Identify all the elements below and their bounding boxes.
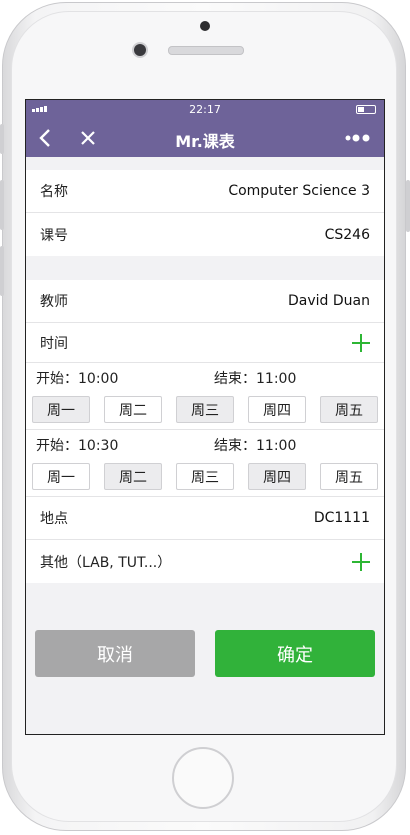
location-row[interactable]: 地点 DC1111 (26, 497, 384, 540)
power-button (406, 180, 410, 232)
course-section: 名称 Computer Science 3 课号 CS246 (26, 170, 384, 256)
mute-switch (0, 124, 4, 154)
course-name-label: 名称 (40, 184, 68, 200)
home-button[interactable] (172, 747, 234, 809)
slot-2-day-mon[interactable]: 周一 (32, 463, 90, 490)
action-buttons: 取消 确定 (26, 630, 384, 677)
more-icon[interactable] (344, 128, 372, 148)
sensor-dot (200, 21, 210, 31)
add-other-plus-icon[interactable] (352, 552, 370, 571)
teacher-label: 教师 (40, 294, 68, 310)
nav-bar: Mr.课表 (26, 120, 384, 157)
slot-1-start[interactable]: 开始：10:00 (36, 368, 214, 388)
slot-1-day-mon[interactable]: 周一 (32, 396, 90, 423)
volume-up-button (0, 180, 4, 230)
time-slot-1-times: 开始：10:00 结束：11:00 (26, 363, 384, 393)
time-label: 时间 (40, 335, 68, 352)
other-label: 其他（LAB, TUT...） (40, 554, 172, 571)
status-bar: 22:17 (26, 100, 384, 120)
location-label: 地点 (40, 511, 68, 527)
slot-1-day-thu[interactable]: 周四 (248, 396, 306, 423)
course-name-row[interactable]: 名称 Computer Science 3 (26, 170, 384, 213)
slot-1-day-fri[interactable]: 周五 (320, 396, 378, 423)
teacher-row[interactable]: 教师 David Duan (26, 280, 384, 323)
status-time: 22:17 (189, 103, 221, 116)
course-name-value: Computer Science 3 (228, 183, 370, 199)
front-camera (134, 44, 146, 56)
slot-1-day-wed[interactable]: 周三 (176, 396, 234, 423)
course-code-value: CS246 (324, 226, 370, 243)
slot-2-day-tue[interactable]: 周二 (104, 463, 162, 490)
slot-2-day-fri[interactable]: 周五 (320, 463, 378, 490)
earpiece-speaker (168, 46, 244, 55)
page-title: Mr.课表 (175, 132, 235, 151)
slot-2-end[interactable]: 结束：11:00 (214, 435, 296, 455)
teacher-value: David Duan (288, 293, 370, 309)
details-section: 教师 David Duan 时间 开始：10:00 结束：11:00 周一 周二… (26, 280, 384, 583)
course-code-row[interactable]: 课号 CS246 (26, 213, 384, 256)
cancel-button[interactable]: 取消 (35, 630, 195, 677)
slot-1-day-tue[interactable]: 周二 (104, 396, 162, 423)
slot-2-day-thu[interactable]: 周四 (248, 463, 306, 490)
slot-2-start[interactable]: 开始：10:30 (36, 435, 214, 455)
slot-2-day-wed[interactable]: 周三 (176, 463, 234, 490)
confirm-button[interactable]: 确定 (215, 630, 375, 677)
slot-1-end[interactable]: 结束：11:00 (214, 368, 296, 388)
other-row: 其他（LAB, TUT...） (26, 540, 384, 583)
slot-2-days: 周一 周二 周三 周四 周五 (26, 460, 384, 497)
slot-1-days: 周一 周二 周三 周四 周五 (26, 393, 384, 430)
time-slot-2-times: 开始：10:30 结束：11:00 (26, 430, 384, 460)
add-time-plus-icon[interactable] (352, 333, 370, 352)
volume-down-button (0, 246, 4, 296)
time-row: 时间 (26, 323, 384, 363)
battery-icon (356, 105, 376, 114)
course-code-label: 课号 (40, 227, 68, 244)
location-value: DC1111 (313, 510, 370, 526)
app-screen: 22:17 Mr.课表 名称 Computer Science 3 课号 CS2… (25, 99, 385, 735)
